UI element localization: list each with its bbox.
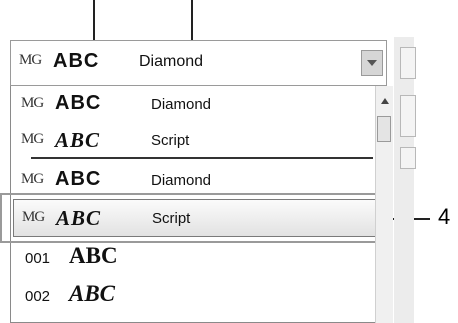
font-name: Script: [151, 132, 190, 149]
font-sample: ABC: [69, 281, 116, 306]
section-divider: [31, 157, 373, 159]
font-sample: ABC: [53, 50, 100, 72]
font-name: Diamond: [151, 96, 212, 113]
chevron-down-icon: [367, 60, 377, 66]
font-number: 002: [25, 288, 51, 305]
callout-label-4: 4: [438, 204, 451, 229]
font-sample: ABC: [69, 243, 118, 268]
font-sample: ABC: [55, 168, 102, 190]
scroll-thumb[interactable]: [377, 116, 391, 142]
highlight-frame: [0, 193, 383, 243]
list-item[interactable]: MG ABC Diamond: [11, 86, 381, 122]
font-type-icon: MG: [19, 52, 42, 68]
dropdown-button[interactable]: [361, 50, 383, 76]
font-type-icon: MG: [21, 95, 44, 111]
font-name: Diamond: [139, 53, 204, 70]
font-name: Diamond: [151, 172, 212, 189]
background-window-edge: [394, 37, 416, 323]
list-item[interactable]: 001 ABC: [11, 240, 381, 276]
list-item[interactable]: MG ABC Script: [11, 122, 381, 158]
scroll-up-button[interactable]: [376, 94, 393, 108]
font-sample: ABC: [55, 92, 102, 114]
font-type-icon: MG: [21, 171, 44, 187]
font-combo-box[interactable]: MG ABC Diamond: [10, 40, 387, 86]
font-sample: ABC: [55, 128, 101, 152]
list-scrollbar[interactable]: [375, 86, 393, 323]
font-number: 001: [25, 250, 51, 267]
list-item[interactable]: 002 ABC: [11, 278, 381, 314]
font-type-icon: MG: [21, 131, 44, 147]
chevron-up-icon: [380, 98, 389, 104]
